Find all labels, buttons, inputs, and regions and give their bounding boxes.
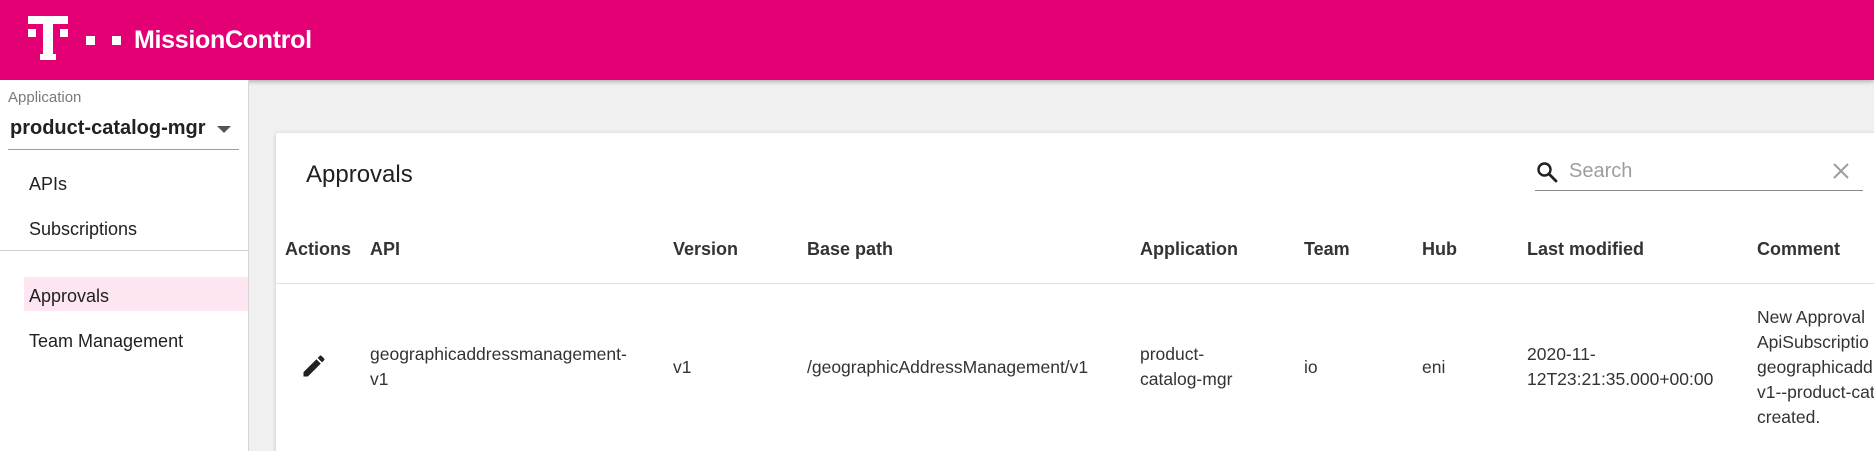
sidebar-item-apis[interactable]: APIs xyxy=(29,174,67,195)
top-app-bar: MissionControl xyxy=(0,0,1874,80)
cell-hub: eni xyxy=(1422,357,1446,377)
column-header-comment[interactable]: Comment xyxy=(1757,239,1840,260)
application-select[interactable]: product-catalog-mgr xyxy=(8,108,239,150)
sidebar: Application product-catalog-mgr APIs Sub… xyxy=(0,80,249,451)
sidebar-item-team-management[interactable]: Team Management xyxy=(29,331,183,352)
column-header-team[interactable]: Team xyxy=(1304,239,1350,260)
table-header-divider xyxy=(276,283,1874,284)
telekom-logo[interactable] xyxy=(28,16,68,60)
chevron-down-icon[interactable] xyxy=(217,126,231,133)
sidebar-divider xyxy=(0,250,248,251)
application-select-label: Application xyxy=(8,89,82,106)
cell-application: product- catalog-mgr xyxy=(1140,344,1233,389)
column-header-api[interactable]: API xyxy=(370,239,400,260)
column-header-hub[interactable]: Hub xyxy=(1422,239,1457,260)
sidebar-item-subscriptions[interactable]: Subscriptions xyxy=(29,219,137,240)
column-header-actions[interactable]: Actions xyxy=(285,239,351,260)
logo-dot xyxy=(86,36,95,45)
column-header-version[interactable]: Version xyxy=(673,239,738,260)
cell-api: geographicaddressmanagement- v1 xyxy=(370,344,627,389)
close-icon[interactable] xyxy=(1832,162,1850,180)
cell-team: io xyxy=(1304,357,1318,377)
application-select-value: product-catalog-mgr xyxy=(10,117,206,139)
column-header-last-modified[interactable]: Last modified xyxy=(1527,239,1644,260)
search-input[interactable] xyxy=(1569,157,1819,185)
approvals-card: Approvals Actions API Version Base path … xyxy=(276,133,1874,451)
search-field xyxy=(1535,153,1863,191)
cell-base-path: /geographicAddressManagement/v1 xyxy=(807,357,1089,377)
search-icon xyxy=(1537,162,1558,183)
cell-comment: New Approval ApiSubscriptio geographicad… xyxy=(1757,307,1874,427)
app-title: MissionControl xyxy=(134,26,312,54)
cell-version: v1 xyxy=(673,357,692,377)
column-header-application[interactable]: Application xyxy=(1140,239,1238,260)
logo-dot xyxy=(112,36,121,45)
sidebar-item-approvals[interactable]: Approvals xyxy=(29,286,109,307)
edit-icon[interactable] xyxy=(300,352,328,380)
column-header-base-path[interactable]: Base path xyxy=(807,239,893,260)
cell-last-modified: 2020-11- 12T23:21:35.000+00:00 xyxy=(1527,344,1714,389)
page-title: Approvals xyxy=(306,161,413,188)
